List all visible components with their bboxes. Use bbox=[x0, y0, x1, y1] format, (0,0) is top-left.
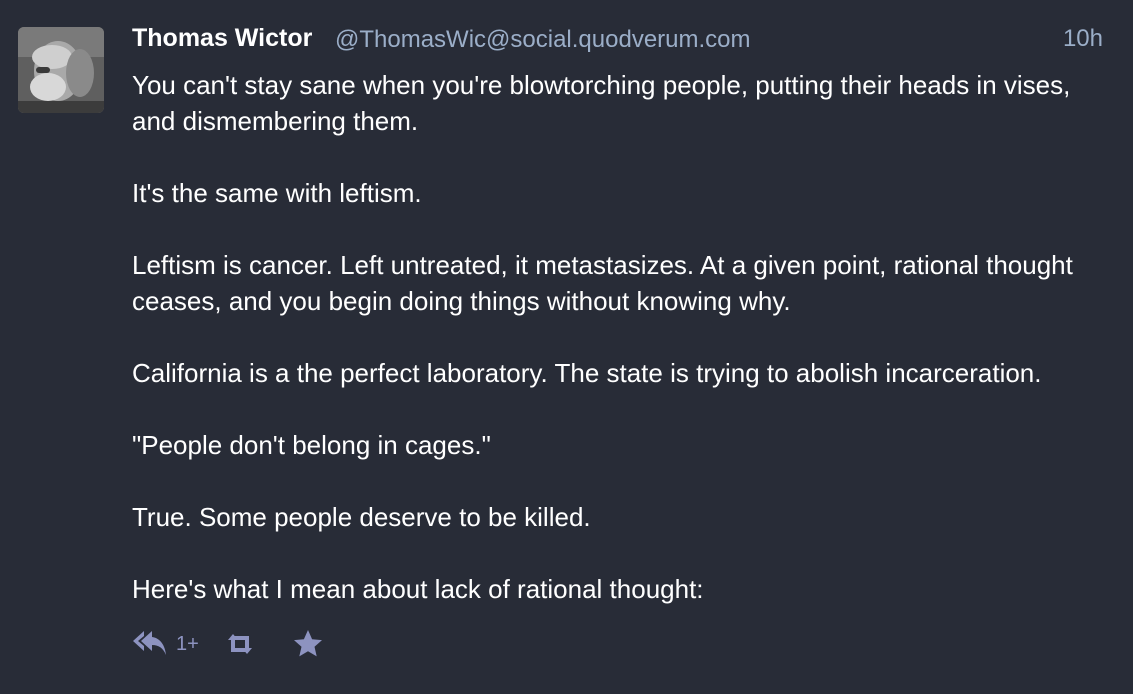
status-paragraph: "People don't belong in cages." bbox=[132, 430, 491, 460]
reply-button[interactable]: 1+ bbox=[132, 628, 199, 660]
status-paragraph: Here's what I mean about lack of rationa… bbox=[132, 574, 704, 604]
status-card: Thomas Wictor @ThomasWic@social.quodveru… bbox=[0, 0, 1133, 694]
status-paragraph: True. Some people deserve to be killed. bbox=[132, 502, 591, 532]
status-paragraph: It's the same with leftism. bbox=[132, 178, 422, 208]
status-content: You can't stay sane when you're blowtorc… bbox=[132, 67, 1112, 607]
status-paragraph: You can't stay sane when you're blowtorc… bbox=[132, 70, 1071, 136]
avatar-photo bbox=[18, 27, 104, 113]
display-name[interactable]: Thomas Wictor bbox=[132, 24, 312, 53]
timestamp[interactable]: 10h bbox=[1063, 25, 1103, 53]
reply-all-icon bbox=[133, 631, 166, 655]
favourite-button[interactable] bbox=[293, 629, 323, 659]
star-icon bbox=[293, 630, 322, 657]
status-header: Thomas Wictor @ThomasWic@social.quodveru… bbox=[132, 22, 1103, 62]
avatar[interactable] bbox=[18, 27, 104, 113]
status-paragraph: California is a the perfect laboratory. … bbox=[132, 358, 1042, 388]
reply-count: 1+ bbox=[176, 632, 199, 655]
boost-icon bbox=[227, 634, 252, 654]
status-paragraph: Leftism is cancer. Left untreated, it me… bbox=[132, 250, 1073, 316]
account-handle[interactable]: @ThomasWic@social.quodverum.com bbox=[335, 26, 751, 54]
boost-button[interactable] bbox=[223, 631, 257, 657]
action-bar: 1+ bbox=[132, 624, 323, 664]
